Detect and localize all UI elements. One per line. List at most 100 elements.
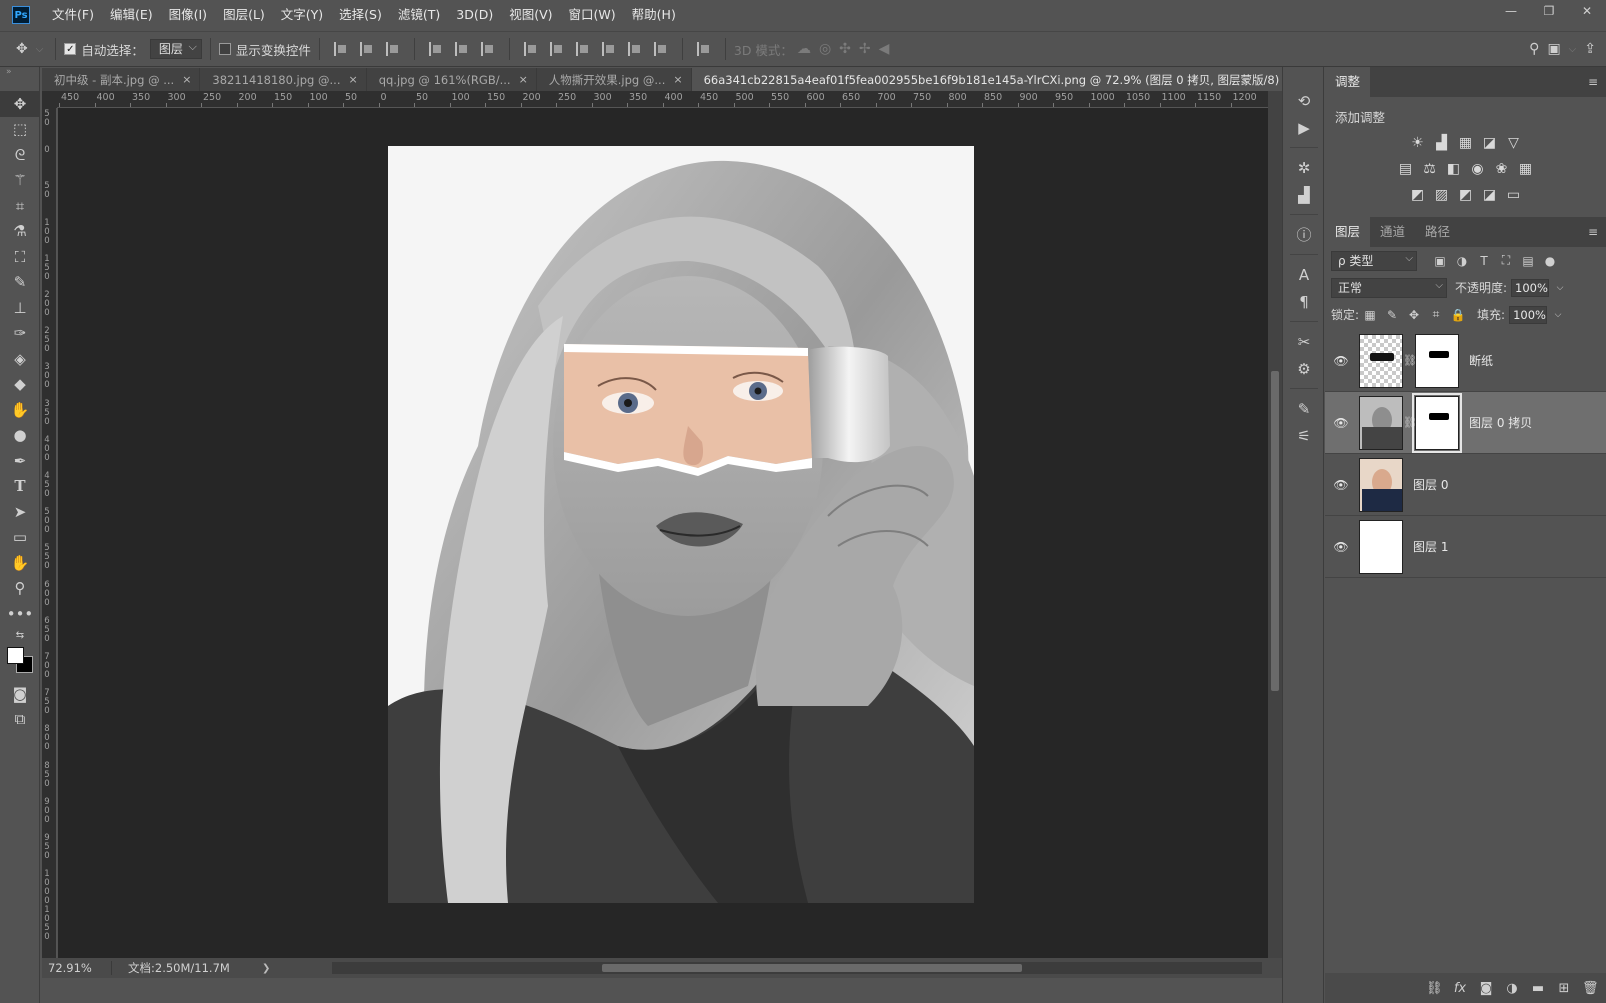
align-left-icon[interactable]	[428, 42, 443, 56]
lock-position-icon[interactable]: ✥	[1406, 307, 1422, 323]
navigator-icon[interactable]: ✲	[1283, 154, 1325, 181]
auto-align-icon[interactable]	[696, 42, 711, 56]
status-menu-arrow[interactable]: ❯	[262, 963, 270, 974]
filter-smart-object-icon[interactable]: ▤	[1520, 253, 1536, 269]
restore-button[interactable]: ❐	[1530, 0, 1568, 22]
hue-saturation-icon[interactable]: ▤	[1397, 160, 1415, 178]
rectangle-tool-icon[interactable]: ▭	[0, 525, 40, 551]
auto-select-target-dropdown[interactable]: 图层	[149, 38, 202, 59]
invert-icon[interactable]: ◩	[1409, 186, 1427, 204]
layer-name[interactable]: 断纸	[1469, 352, 1493, 369]
mask-link-icon[interactable]: ⛓	[1403, 416, 1417, 429]
trash-icon[interactable]: 🗑	[1582, 981, 1599, 996]
panel-menu-icon[interactable]: ≡	[1588, 75, 1598, 89]
smudge-tool-icon[interactable]: ✋	[0, 397, 40, 423]
close-button[interactable]: ✕	[1568, 0, 1606, 22]
minimize-button[interactable]: —	[1492, 0, 1530, 22]
document-tab[interactable]: qq.jpg @ 161%(RGB/... ×	[367, 68, 537, 91]
layer-filter-dropdown[interactable]: ρ 类型	[1331, 250, 1417, 271]
auto-select-checkbox[interactable]: ✓	[64, 43, 77, 55]
layer-row-selected[interactable]: 👁 ⛓ 图层 0 拷贝	[1325, 392, 1606, 454]
layer-name[interactable]: 图层 1	[1413, 538, 1448, 555]
menu-item-image[interactable]: 图像(I)	[161, 0, 215, 30]
curves-icon[interactable]: ▦	[1457, 134, 1475, 152]
opacity-input[interactable]: 100%	[1511, 278, 1550, 297]
menu-item-layer[interactable]: 图层(L)	[215, 0, 273, 30]
close-icon[interactable]: ×	[182, 73, 191, 86]
stamp-tool-icon[interactable]: ⊥	[0, 295, 40, 321]
layer-mask-thumbnail[interactable]	[1412, 392, 1462, 453]
swap-colors-icon[interactable]: ⇆	[0, 627, 40, 645]
histogram-icon[interactable]: ▟	[1283, 181, 1325, 208]
brightness-icon[interactable]: ☀	[1409, 134, 1427, 152]
layer-thumbnail[interactable]	[1359, 457, 1403, 512]
filter-type-icon[interactable]: T	[1476, 253, 1492, 269]
visibility-eye-icon[interactable]: 👁	[1325, 540, 1357, 554]
more-tools-icon[interactable]: •••	[0, 601, 40, 627]
zoom-tool-icon[interactable]: ⚲	[0, 576, 40, 602]
chevron-down-icon[interactable]: ⌵	[36, 44, 44, 55]
clone-source-icon[interactable]: ⚙	[1283, 355, 1325, 382]
selective-color-icon[interactable]: ◪	[1481, 186, 1499, 204]
distribute-bottom-icon[interactable]	[575, 42, 590, 56]
menu-item-file[interactable]: 文件(F)	[44, 0, 102, 30]
distribute-right-icon[interactable]	[653, 42, 668, 56]
align-vcenter-icon[interactable]	[359, 42, 374, 56]
vertical-scrollbar[interactable]	[1268, 91, 1282, 958]
close-icon[interactable]: ×	[519, 73, 528, 86]
gradient-map-icon[interactable]: ▭	[1505, 186, 1523, 204]
character-icon[interactable]: A	[1283, 261, 1325, 288]
fx-icon[interactable]: fx	[1452, 981, 1468, 996]
history-brush-tool-icon[interactable]: ✑	[0, 321, 40, 347]
color-balance-icon[interactable]: ⚖	[1421, 160, 1439, 178]
mask-link-icon[interactable]: ⛓	[1403, 354, 1417, 367]
screen-mode-icon[interactable]: ⧉	[0, 707, 40, 733]
document-canvas[interactable]	[388, 146, 974, 903]
align-right-icon[interactable]	[480, 42, 495, 56]
pen-tool-icon[interactable]: ✒	[0, 448, 40, 474]
layer-thumbnail[interactable]	[1359, 519, 1403, 574]
mask-icon[interactable]: ◙	[1478, 981, 1494, 996]
show-transform-checkbox[interactable]	[218, 43, 231, 55]
share-icon[interactable]: ⇪	[1584, 41, 1596, 57]
visibility-eye-icon[interactable]: 👁	[1325, 416, 1357, 430]
zoom-level[interactable]: 72.91%	[42, 961, 112, 975]
chevron-down-icon[interactable]: ⌵	[1552, 280, 1568, 296]
lock-all-icon[interactable]: 🔒	[1450, 307, 1466, 323]
3d-rotate-icon[interactable]: ☁	[797, 41, 811, 57]
vertical-scroll-thumb[interactable]	[1271, 371, 1279, 691]
horizontal-scrollbar[interactable]	[332, 962, 1262, 974]
layer-row[interactable]: 👁 图层 0	[1325, 454, 1606, 516]
canvas-area[interactable]	[58, 108, 1268, 958]
filter-toggle-icon[interactable]: ●	[1542, 253, 1558, 269]
paint-bucket-tool-icon[interactable]: ◆	[0, 372, 40, 398]
close-icon[interactable]: ×	[673, 73, 682, 86]
history-icon[interactable]: ⟲	[1283, 87, 1325, 114]
fill-input[interactable]: 100%	[1509, 305, 1548, 324]
menu-item-window[interactable]: 窗口(W)	[561, 0, 624, 30]
document-tab[interactable]: 人物撕开效果.jpg @... ×	[537, 68, 692, 91]
distribute-vcenter-icon[interactable]	[549, 42, 564, 56]
tab-channels[interactable]: 通道	[1370, 217, 1415, 247]
horizontal-ruler[interactable]: 450 400 350 300 250 200 150 100 50 0 50 100 150 200 25…	[57, 91, 1268, 108]
threshold-icon[interactable]: ◩	[1457, 186, 1475, 204]
document-tab-active[interactable]: 66a341cb22815a4eaf01f5fea002955be16f9b18…	[691, 68, 1315, 91]
layer-name[interactable]: 图层 0	[1413, 476, 1448, 493]
chevron-down-icon[interactable]: ⌵	[1550, 307, 1566, 323]
photo-filter-icon[interactable]: ◉	[1469, 160, 1487, 178]
quick-mask-icon[interactable]: ◙	[0, 681, 40, 707]
sponge-tool-icon[interactable]: ●	[0, 423, 40, 449]
color-swatches[interactable]	[7, 647, 35, 675]
close-icon[interactable]: ×	[348, 73, 357, 86]
search-icon[interactable]: ⚲	[1529, 41, 1539, 57]
posterize-icon[interactable]: ▨	[1433, 186, 1451, 204]
magic-wand-tool-icon[interactable]: ⚚	[0, 168, 40, 194]
workspace-icon[interactable]: ▣	[1547, 41, 1560, 57]
layer-row[interactable]: 👁 ⛓ 断纸	[1325, 330, 1606, 392]
menu-item-type[interactable]: 文字(Y)	[273, 0, 331, 30]
type-tool-icon[interactable]: T	[0, 474, 40, 500]
info-icon[interactable]: ⓘ	[1283, 221, 1325, 248]
tool-presets-icon[interactable]: ✂	[1283, 328, 1325, 355]
3d-scale-icon[interactable]: ◀	[879, 41, 890, 57]
layer-thumbnail[interactable]	[1359, 395, 1403, 450]
